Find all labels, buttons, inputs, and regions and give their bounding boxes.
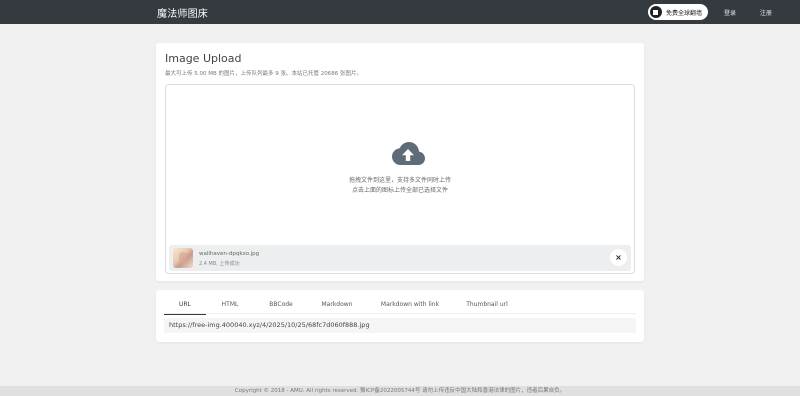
- tab-url[interactable]: URL: [164, 298, 206, 315]
- remove-file-button[interactable]: ×: [610, 249, 627, 266]
- upload-title: Image Upload: [165, 52, 242, 65]
- register-link[interactable]: 注册: [752, 8, 780, 17]
- file-thumbnail: [173, 248, 193, 268]
- top-navbar: 魔法师图床 免费全球翻墙 登录 注册: [0, 0, 800, 24]
- link-card: URL HTML BBCode Markdown Markdown with l…: [156, 290, 644, 342]
- vpn-promo-label: 免费全球翻墙: [665, 9, 702, 17]
- tab-html[interactable]: HTML: [206, 298, 254, 314]
- tab-thumbnail-url[interactable]: Thumbnail url: [454, 298, 520, 314]
- site-brand[interactable]: 魔法师图床: [157, 5, 208, 20]
- upload-dropzone[interactable]: 拖拽文件到这里，支持多文件同时上传 点击上面的图标上传全部已选择文件 wallh…: [165, 84, 635, 274]
- dropzone-hint: 点击上面的图标上传全部已选择文件: [351, 187, 448, 194]
- vpn-promo-button[interactable]: 免费全球翻墙: [647, 4, 708, 20]
- link-output[interactable]: https://free-img.400040.xyz/4/2025/10/25…: [164, 318, 636, 333]
- login-link[interactable]: 登录: [716, 8, 744, 17]
- tab-bbcode[interactable]: BBCode: [254, 298, 308, 314]
- uploaded-file-item: wallhaven-dpqkxo.jpg 2.4 MB, 上传成功 ×: [169, 245, 631, 271]
- file-name: wallhaven-dpqkxo.jpg: [199, 251, 260, 257]
- footer: Copyright © 2018 - AMU. All rights reser…: [0, 386, 800, 396]
- dropzone-instruction: 拖拽文件到这里，支持多文件同时上传: [348, 177, 451, 184]
- tab-markdown[interactable]: Markdown: [308, 298, 366, 314]
- tab-markdown-with-link[interactable]: Markdown with link: [366, 298, 454, 314]
- file-meta: 2.4 MB, 上传成功: [199, 261, 240, 267]
- square-icon: [649, 6, 662, 18]
- cloud-upload-icon[interactable]: [390, 140, 426, 166]
- nav-right: 免费全球翻墙 登录 注册: [647, 4, 780, 20]
- link-format-tabs: URL HTML BBCode Markdown Markdown with l…: [164, 298, 636, 315]
- upload-description: 最大可上传 5.00 MB 的图片，上传队列最多 9 张。本站已托管 20686…: [165, 71, 363, 77]
- upload-card: Image Upload 最大可上传 5.00 MB 的图片，上传队列最多 9 …: [156, 43, 644, 281]
